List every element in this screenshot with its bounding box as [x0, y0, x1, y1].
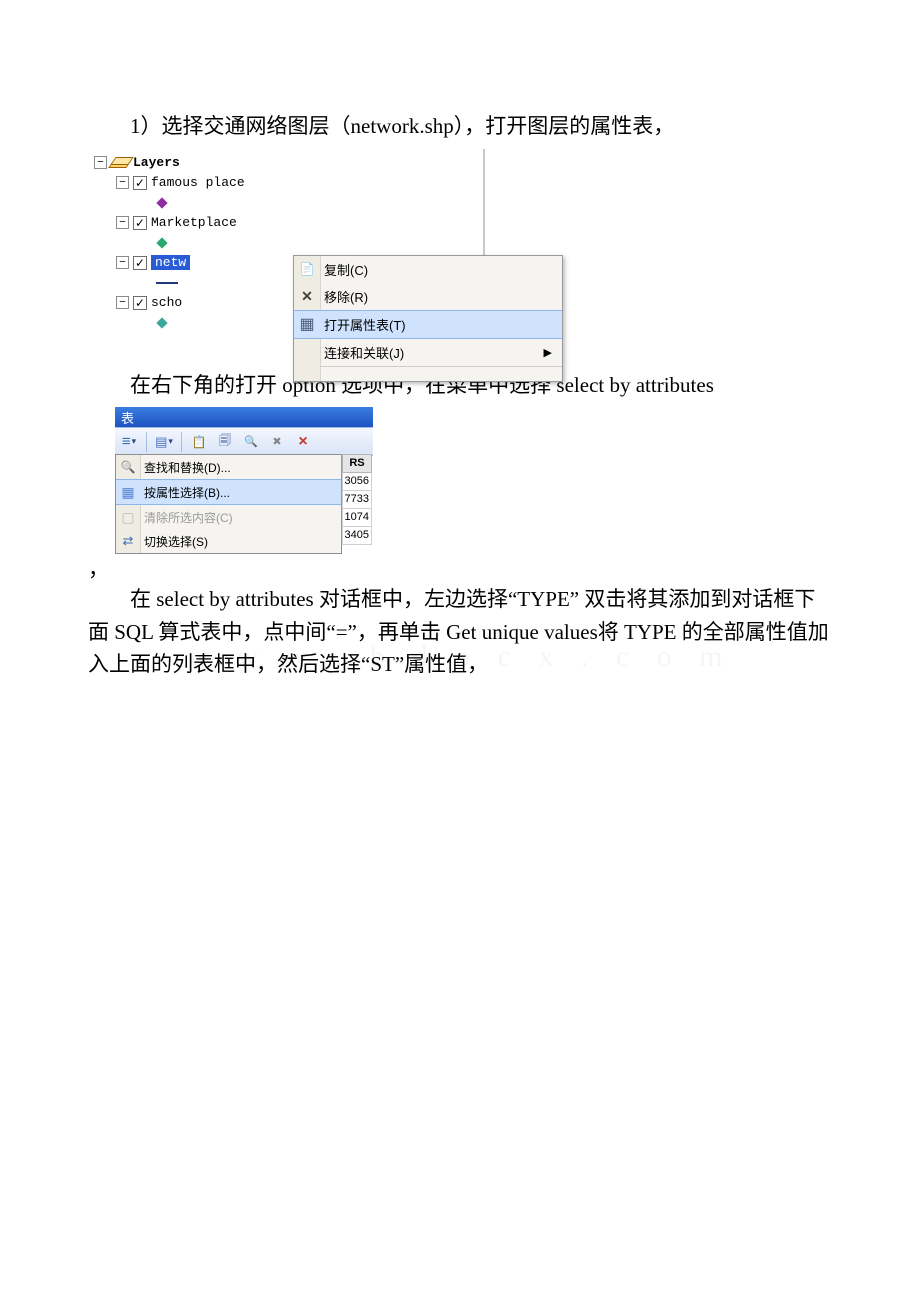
layer-row[interactable]: − ✓ famous place	[94, 173, 477, 193]
binoculars-icon	[119, 458, 137, 476]
visibility-checkbox[interactable]: ✓	[133, 256, 147, 270]
collapse-icon[interactable]: −	[116, 256, 129, 269]
point-symbol-icon	[156, 317, 167, 328]
switch-icon	[119, 532, 137, 550]
table-icon	[298, 315, 316, 333]
layer-label: famous place	[151, 175, 245, 190]
screenshot-layers-panel: − Layers − ✓ famous place − ✓ Marketplac…	[88, 149, 485, 357]
layer-context-menu: 复制(C) 移除(R) 打开属性表(T) 连接和关联(J) ▶	[293, 255, 563, 382]
clear-icon	[119, 508, 137, 526]
paragraph-1: 1）选择交通网络图层（network.shp），打开图层的属性表，	[88, 110, 832, 143]
collapse-icon[interactable]: −	[116, 296, 129, 309]
point-symbol-icon	[156, 237, 167, 248]
table-options-button[interactable]	[117, 430, 141, 454]
leading-comma: ，	[88, 553, 109, 583]
layer-symbol-row	[94, 193, 477, 213]
menu-item-remove[interactable]: 移除(R)	[294, 283, 562, 310]
table-cell[interactable]: 3056	[342, 473, 372, 491]
menu-item-label: 移除(R)	[324, 287, 368, 306]
submenu-arrow-icon: ▶	[544, 346, 552, 359]
copy-icon	[298, 260, 316, 278]
toolbar-separator	[146, 432, 147, 452]
menu-item-label: 按属性选择(B)...	[144, 484, 230, 501]
remove-icon	[298, 287, 316, 305]
select-attr-icon	[119, 483, 137, 501]
menu-item-label: 打开属性表(T)	[324, 315, 406, 334]
clear-selection-button[interactable]	[265, 430, 289, 454]
menu-item-clear-selection: 清除所选内容(C)	[116, 505, 341, 529]
collapse-icon[interactable]: −	[116, 176, 129, 189]
menu-item-label: 连接和关联(J)	[324, 343, 404, 362]
collapse-icon[interactable]: −	[116, 216, 129, 229]
visibility-checkbox[interactable]: ✓	[133, 176, 147, 190]
layers-icon	[111, 157, 129, 169]
menu-item-label: 清除所选内容(C)	[144, 509, 233, 526]
zoom-selected-button[interactable]	[239, 430, 263, 454]
table-cell[interactable]: 7733	[342, 491, 372, 509]
visibility-checkbox[interactable]: ✓	[133, 296, 147, 310]
paragraph-3: 在 select by attributes 对话框中，左边选择“TYPE” 双…	[88, 583, 832, 681]
menu-item-label: 查找和替换(D)...	[144, 459, 231, 476]
table-cell[interactable]: 1074	[342, 509, 372, 527]
table-data-fragment: RS 3056 7733 1074 3405	[341, 454, 372, 545]
switch-selection-button[interactable]	[213, 430, 237, 454]
related-tables-button[interactable]	[152, 430, 176, 454]
delete-selected-button[interactable]	[291, 430, 315, 454]
layer-label: scho	[151, 295, 182, 310]
menu-item-copy[interactable]: 复制(C)	[294, 256, 562, 283]
table-toolbar	[115, 427, 373, 456]
collapse-icon[interactable]: −	[94, 156, 107, 169]
layer-row[interactable]: − ✓ Marketplace	[94, 213, 477, 233]
menu-item-find-replace[interactable]: 查找和替换(D)...	[116, 455, 341, 479]
visibility-checkbox[interactable]: ✓	[133, 216, 147, 230]
table-cell[interactable]: 3405	[342, 527, 372, 545]
menu-cutoff	[294, 366, 562, 381]
menu-item-label: 复制(C)	[324, 260, 368, 279]
menu-item-open-attribute-table[interactable]: 打开属性表(T)	[294, 310, 562, 339]
table-window-title: 表	[115, 407, 373, 427]
tree-root-label: Layers	[133, 155, 180, 170]
menu-item-select-by-attributes[interactable]: 按属性选择(B)...	[116, 479, 341, 505]
select-by-attr-button[interactable]	[187, 430, 211, 454]
layer-symbol-row	[94, 233, 477, 253]
line-symbol-icon	[156, 282, 178, 284]
column-header[interactable]: RS	[342, 454, 372, 473]
layer-label: Marketplace	[151, 215, 237, 230]
menu-item-label: 切换选择(S)	[144, 533, 208, 550]
menu-item-joins-relates[interactable]: 连接和关联(J) ▶	[294, 339, 562, 366]
toolbar-separator	[181, 432, 182, 452]
layer-label: netw	[151, 255, 190, 270]
table-options-menu: 查找和替换(D)... 按属性选择(B)... 清除所选内容(C) 切换选择(S…	[115, 454, 342, 554]
screenshot-table-options: 表 查找和替换(D)... 按属性选择	[115, 407, 373, 567]
menu-item-switch-selection[interactable]: 切换选择(S)	[116, 529, 341, 553]
point-symbol-icon	[156, 197, 167, 208]
tree-root-row[interactable]: − Layers	[94, 153, 477, 173]
